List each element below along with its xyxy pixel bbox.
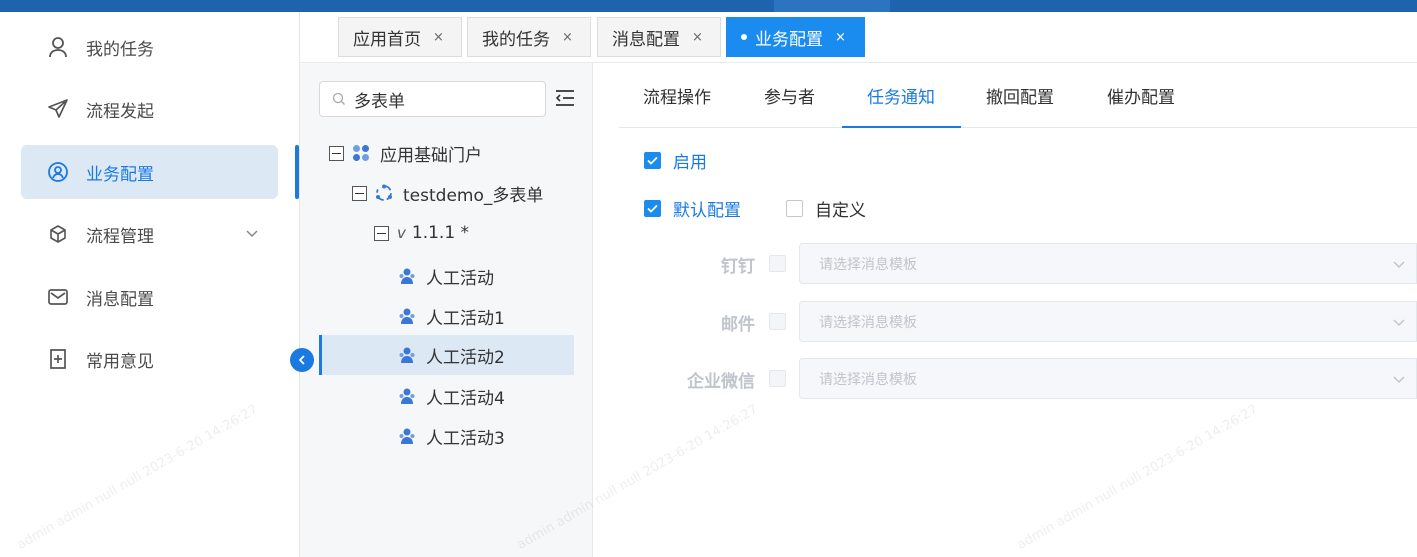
chevron-down-icon xyxy=(1392,315,1406,333)
channel-row-email: 邮件 请选择消息模板 xyxy=(619,301,1417,343)
sidebar: 我的任务 流程发起 业务配置 流程管理 消息配置 常用意见 xyxy=(0,12,300,557)
user-icon xyxy=(46,35,70,59)
top-header-bar xyxy=(0,0,1417,12)
version-icon: v xyxy=(397,224,406,242)
tab-withdraw-config[interactable]: 撤回配置 xyxy=(986,63,1054,128)
sidebar-item-label: 流程发起 xyxy=(86,101,154,122)
user-group-icon xyxy=(398,427,416,445)
checkbox-box xyxy=(786,200,803,217)
close-icon[interactable]: × xyxy=(562,30,573,45)
tree-node-portal[interactable]: 应用基础门户 xyxy=(319,133,574,173)
sidebar-item-label: 消息配置 xyxy=(86,289,154,310)
message-template-select[interactable]: 请选择消息模板 xyxy=(799,358,1417,399)
sidebar-item-label: 流程管理 xyxy=(86,226,154,247)
user-group-icon xyxy=(398,267,416,285)
tab-task-notification[interactable]: 任务通知 xyxy=(867,63,935,128)
custom-config-checkbox[interactable]: 自定义 xyxy=(786,196,866,221)
active-dot-icon xyxy=(741,34,747,40)
tab-participants[interactable]: 参与者 xyxy=(764,63,815,128)
tree-node-activity-2[interactable]: 人工活动2 xyxy=(319,335,574,375)
sidebar-item-label: 常用意见 xyxy=(86,351,154,372)
cube-icon xyxy=(46,222,70,246)
enable-checkbox[interactable]: 启用 xyxy=(644,148,707,173)
channel-checkbox[interactable] xyxy=(769,255,786,272)
chevron-left-icon xyxy=(296,354,308,366)
tree-node-activity-1[interactable]: 人工活动1 xyxy=(319,296,574,336)
mail-icon xyxy=(46,285,70,309)
check-icon xyxy=(644,200,661,217)
sidebar-item-message-config[interactable]: 消息配置 xyxy=(21,270,278,324)
tree-node-activity-4[interactable]: 人工活动4 xyxy=(319,376,574,416)
sidebar-collapse-button[interactable] xyxy=(290,348,314,372)
tab-business-config[interactable]: 业务配置 × xyxy=(726,17,865,57)
sidebar-item-business-config[interactable]: 业务配置 xyxy=(21,145,278,199)
channel-checkbox[interactable] xyxy=(769,370,786,387)
app-grid-icon xyxy=(352,144,370,162)
sidebar-item-my-tasks[interactable]: 我的任务 xyxy=(21,20,278,74)
close-icon[interactable]: × xyxy=(433,30,444,45)
user-group-icon xyxy=(398,307,416,325)
sidebar-item-label: 我的任务 xyxy=(86,39,154,60)
close-icon[interactable]: × xyxy=(835,30,846,45)
collapse-toggle-icon[interactable] xyxy=(329,145,344,161)
tree-node-version[interactable]: v 1.1.1 * xyxy=(319,213,574,253)
message-template-select[interactable]: 请选择消息模板 xyxy=(799,301,1417,342)
user-group-icon xyxy=(398,346,416,364)
collapse-tree-icon[interactable] xyxy=(554,87,576,109)
tree-search-input[interactable] xyxy=(354,89,524,109)
tab-my-tasks[interactable]: 我的任务 × xyxy=(467,17,591,57)
chevron-down-icon xyxy=(1392,257,1406,275)
check-icon xyxy=(644,152,661,169)
collapse-toggle-icon[interactable] xyxy=(374,225,389,241)
search-icon xyxy=(332,92,346,106)
tab-message-config[interactable]: 消息配置 × xyxy=(597,17,721,57)
close-icon[interactable]: × xyxy=(692,30,703,45)
collapse-toggle-icon[interactable] xyxy=(352,185,367,201)
config-tab-bar: 流程操作 参与者 任务通知 撤回配置 催办配置 xyxy=(619,63,1417,128)
active-tab-underline xyxy=(842,126,961,128)
channel-checkbox[interactable] xyxy=(769,313,786,330)
sidebar-item-start-process[interactable]: 流程发起 xyxy=(21,82,278,136)
user-group-icon xyxy=(398,387,416,405)
user-circle-icon xyxy=(46,160,70,184)
default-config-checkbox[interactable]: 默认配置 xyxy=(644,196,741,221)
chevron-down-icon xyxy=(1392,372,1406,390)
watermark: admin admin null null 2023-6-20 14:26:27 xyxy=(1014,402,1261,553)
message-template-select[interactable]: 请选择消息模板 xyxy=(799,243,1417,284)
sidebar-item-label: 业务配置 xyxy=(86,164,154,185)
tree-panel: 应用基础门户 testdemo_多表单 v 1.1.1 * 人工活动 人工活动1… xyxy=(300,63,593,557)
tree-search xyxy=(319,81,546,117)
tab-process-operation[interactable]: 流程操作 xyxy=(643,63,711,128)
active-indicator xyxy=(295,145,299,199)
sidebar-item-process-management[interactable]: 流程管理 xyxy=(21,207,278,261)
add-note-icon xyxy=(46,347,70,371)
tree-node-activity-3[interactable]: 人工活动3 xyxy=(319,416,574,456)
channel-row-dingtalk: 钉钉 请选择消息模板 xyxy=(619,243,1417,285)
tab-app-home[interactable]: 应用首页 × xyxy=(338,17,462,57)
send-icon xyxy=(46,97,70,121)
tree-node-testdemo[interactable]: testdemo_多表单 xyxy=(319,173,574,213)
process-cycle-icon xyxy=(375,184,393,202)
sidebar-item-common-opinions[interactable]: 常用意见 xyxy=(21,332,278,386)
tree-node-activity[interactable]: 人工活动 xyxy=(319,256,574,296)
tab-reminder-config[interactable]: 催办配置 xyxy=(1107,63,1175,128)
channel-row-wecom: 企业微信 请选择消息模板 xyxy=(619,358,1417,400)
page-tab-bar: 应用首页 × 我的任务 × 消息配置 × 业务配置 × xyxy=(300,12,1417,63)
chevron-down-icon[interactable] xyxy=(244,225,260,241)
